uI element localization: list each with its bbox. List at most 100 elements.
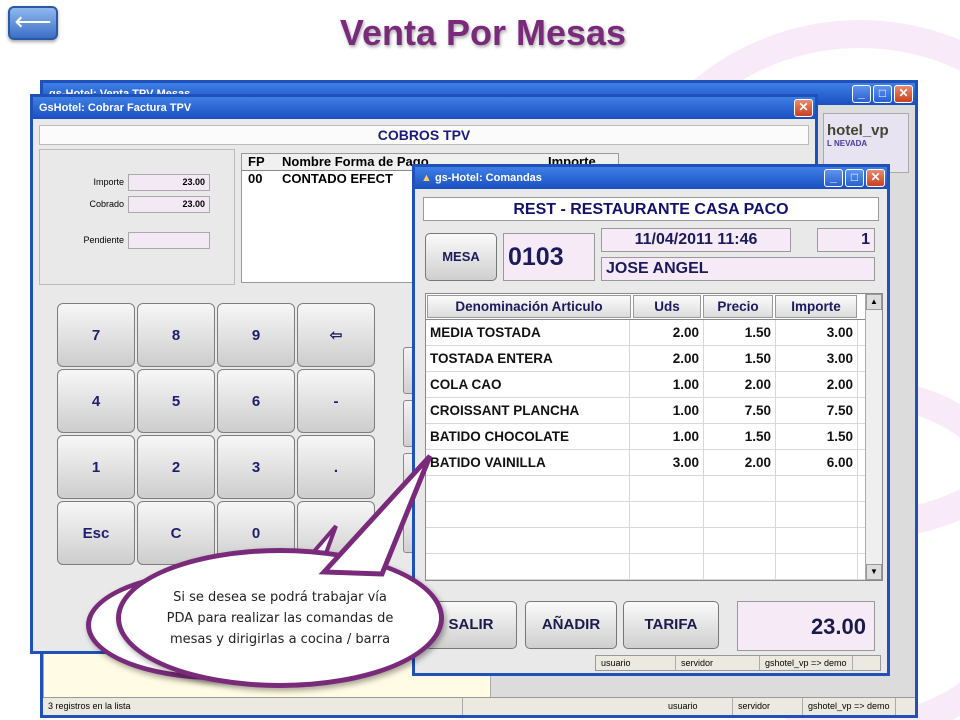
close-icon[interactable]: ✕ [794, 99, 813, 117]
cell-precio: 1.50 [704, 424, 776, 449]
table-row[interactable]: CROISSANT PLANCHA 1.00 7.50 7.50 [426, 398, 882, 424]
empty-cell [776, 554, 858, 579]
key-1[interactable]: 1 [57, 435, 135, 499]
status-server: servidor [676, 656, 760, 670]
callout-tail-front [318, 454, 433, 577]
table-row-empty[interactable] [426, 476, 882, 502]
tarifa-button[interactable]: TARIFA [623, 601, 719, 649]
empty-cell [426, 528, 630, 553]
key-7[interactable]: 7 [57, 303, 135, 367]
empty-cell [776, 502, 858, 527]
cobros-header: COBROS TPV [39, 125, 809, 145]
pendiente-row: Pendiente [40, 232, 236, 250]
key-3[interactable]: 3 [217, 435, 295, 499]
window-titlebar: GsHotel: Cobrar Factura TPV ✕ [33, 97, 815, 119]
table-header: Denominación Articulo Uds Precio Importe [426, 294, 882, 320]
status-user: usuario [663, 698, 733, 715]
empty-cell [776, 476, 858, 501]
app-icon: ▲ [421, 172, 432, 184]
key-backspace[interactable]: ⇦ [297, 303, 375, 367]
mesa-number: 0103 [503, 233, 595, 281]
cell-fp: 00 [248, 171, 263, 186]
empty-cell [630, 554, 704, 579]
table-row[interactable]: BATIDO CHOCOLATE 1.00 1.50 1.50 [426, 424, 882, 450]
cell-precio: 2.00 [704, 372, 776, 397]
pendiente-label: Pendiente [83, 235, 124, 245]
col-fp: FP [248, 154, 265, 169]
table-row-empty[interactable] [426, 554, 882, 580]
table-row[interactable]: TOSTADA ENTERA 2.00 1.50 3.00 [426, 346, 882, 372]
maximize-icon[interactable]: □ [845, 169, 864, 187]
window-title: GsHotel: Cobrar Factura TPV [39, 102, 192, 114]
datetime-field: 11/04/2011 11:46 [601, 228, 791, 252]
close-icon[interactable]: ✕ [894, 85, 913, 103]
status-server: servidor [733, 698, 803, 715]
cell-importe: 2.00 [776, 372, 858, 397]
col-uds: Uds [633, 295, 701, 318]
importe-field[interactable]: 23.00 [128, 174, 210, 191]
cell-uds: 1.00 [630, 424, 704, 449]
table-row[interactable]: COLA CAO 1.00 2.00 2.00 [426, 372, 882, 398]
status-db: gshotel_vp => demo [760, 656, 853, 670]
mesa-button[interactable]: MESA [425, 233, 497, 281]
status-bar: 3 registros en la lista usuario servidor… [43, 697, 915, 715]
scroll-up-icon[interactable]: ▲ [866, 294, 882, 310]
order-items-table: Denominación Articulo Uds Precio Importe… [425, 293, 883, 581]
cell-precio: 1.50 [704, 346, 776, 371]
cell-importe: 7.50 [776, 398, 858, 423]
minimize-icon[interactable]: _ [824, 169, 843, 187]
window-title: gs-Hotel: Comandas [434, 172, 542, 184]
status-user: usuario [596, 656, 676, 670]
status-count: 3 registros en la lista [43, 698, 463, 715]
cell-importe: 3.00 [776, 320, 858, 345]
key-8[interactable]: 8 [137, 303, 215, 367]
cell-uds: 3.00 [630, 450, 704, 475]
cell-importe: 6.00 [776, 450, 858, 475]
maximize-icon[interactable]: □ [873, 85, 892, 103]
vertical-scrollbar[interactable]: ▲ ▼ [865, 294, 882, 580]
table-row-empty[interactable] [426, 502, 882, 528]
close-icon[interactable]: ✕ [866, 169, 885, 187]
cell-importe: 1.50 [776, 424, 858, 449]
minimize-icon[interactable]: _ [852, 85, 871, 103]
empty-cell [630, 528, 704, 553]
empty-cell [426, 476, 630, 501]
table-row[interactable]: MEDIA TOSTADA 2.00 1.50 3.00 [426, 320, 882, 346]
hotel-panel-sub: L NEVADA [827, 139, 868, 148]
key-6[interactable]: 6 [217, 369, 295, 433]
table-body: MEDIA TOSTADA 2.00 1.50 3.00 TOSTADA ENTERA 2… [426, 320, 882, 580]
scroll-down-icon[interactable]: ▼ [866, 564, 882, 580]
importe-row: Importe 23.00 [40, 174, 236, 192]
cell-uds: 2.00 [630, 320, 704, 345]
amounts-panel: Importe 23.00 Cobrado 23.00 Pendiente [39, 149, 235, 285]
cell-denominacion: BATIDO VAINILLA [426, 450, 630, 475]
key-2[interactable]: 2 [137, 435, 215, 499]
empty-cell [426, 554, 630, 579]
covers-field: 1 [817, 228, 875, 252]
empty-cell [426, 502, 630, 527]
table-row[interactable]: BATIDO VAINILLA 3.00 2.00 6.00 [426, 450, 882, 476]
col-importe: Importe [775, 295, 857, 318]
key-esc[interactable]: Esc [57, 501, 135, 565]
cell-uds: 1.00 [630, 398, 704, 423]
table-row-empty[interactable] [426, 528, 882, 554]
col-denominacion: Denominación Articulo [427, 295, 631, 318]
key-4[interactable]: 4 [57, 369, 135, 433]
cell-precio: 7.50 [704, 398, 776, 423]
pendiente-field[interactable] [128, 232, 210, 249]
empty-cell [630, 476, 704, 501]
comandas-window: ▲ gs-Hotel: Comandas _ □ ✕ REST - RESTAU… [412, 164, 890, 676]
window-titlebar: ▲ gs-Hotel: Comandas _ □ ✕ [415, 167, 887, 189]
cobrado-field[interactable]: 23.00 [128, 196, 210, 213]
status-bar: usuario servidor gshotel_vp => demo [595, 655, 881, 671]
key-5[interactable]: 5 [137, 369, 215, 433]
key-9[interactable]: 9 [217, 303, 295, 367]
cobrado-row: Cobrado 23.00 [40, 196, 236, 214]
empty-cell [704, 528, 776, 553]
cell-denominacion: CROISSANT PLANCHA [426, 398, 630, 423]
restaurant-header: REST - RESTAURANTE CASA PACO [423, 197, 879, 221]
key-minus[interactable]: - [297, 369, 375, 433]
cell-precio: 2.00 [704, 450, 776, 475]
anadir-button[interactable]: AÑADIR [525, 601, 617, 649]
empty-cell [704, 476, 776, 501]
